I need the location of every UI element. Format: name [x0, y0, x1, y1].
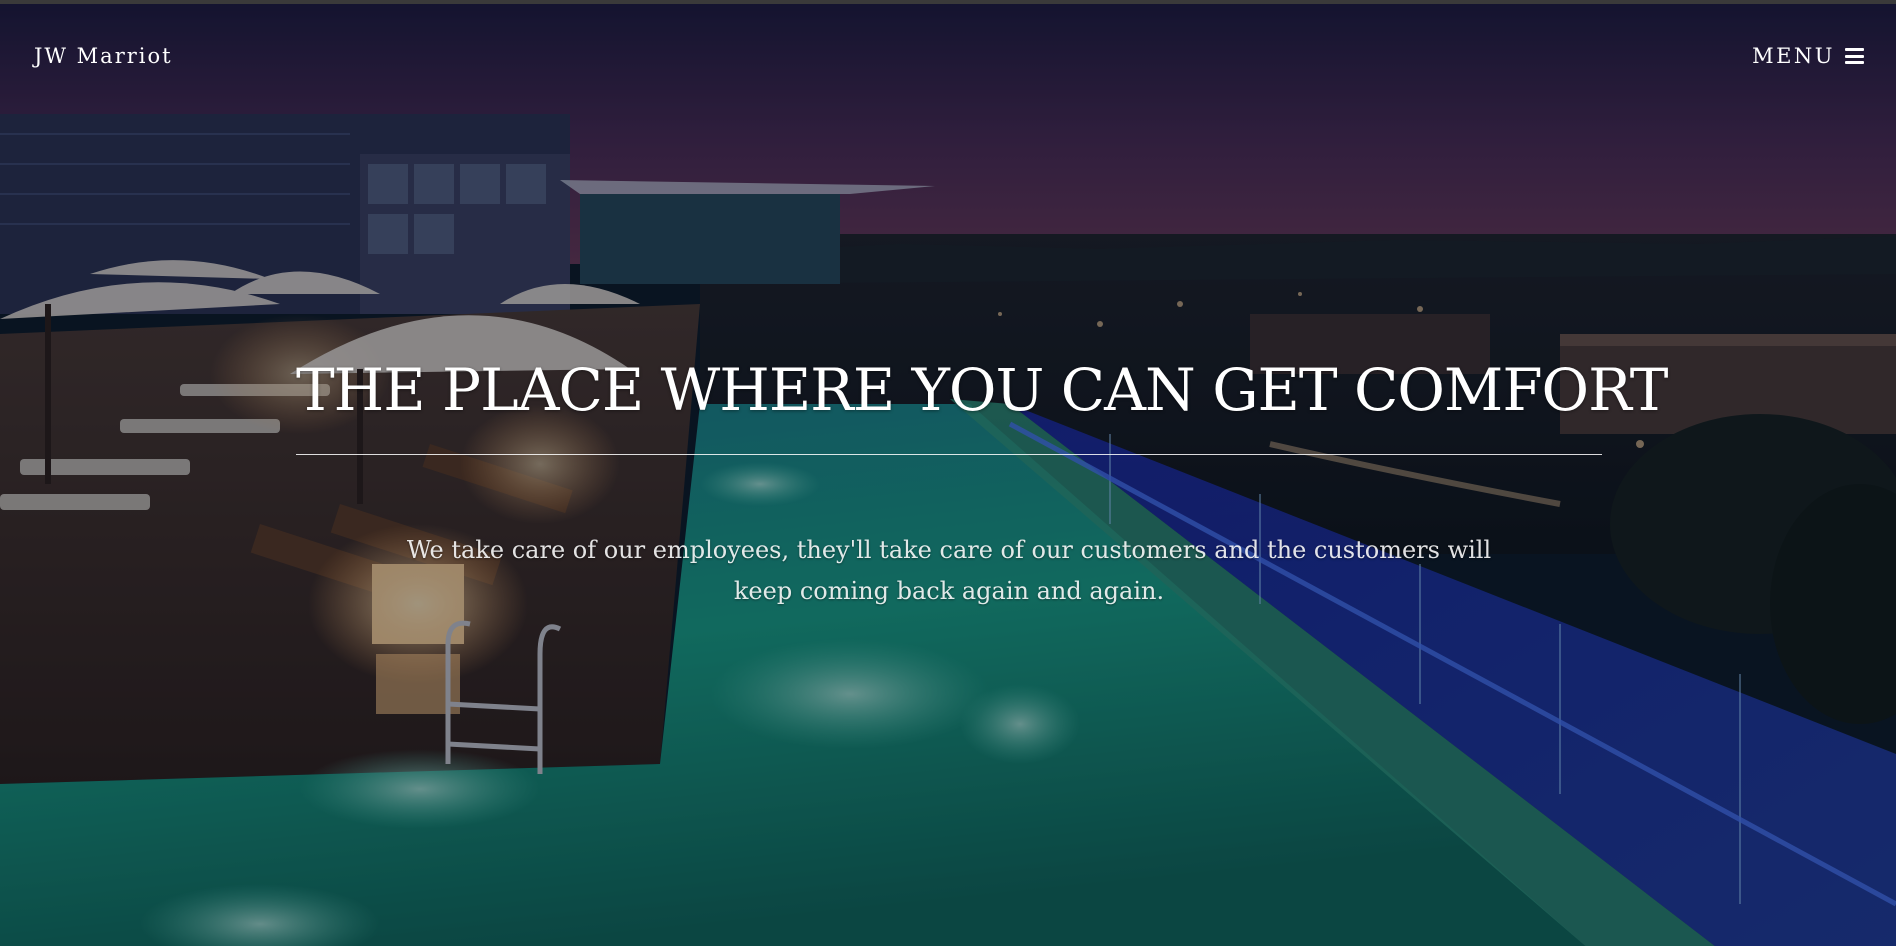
hamburger-icon [1845, 48, 1864, 64]
hero-tagline: We take care of our employees, they'll t… [406, 536, 1492, 605]
brand-logo[interactable]: JW Marriot [34, 44, 173, 68]
hero-headline: THE PLACE WHERE YOU CAN GET COMFORT [296, 356, 1668, 424]
hero-overlay [0, 4, 1896, 946]
headline-divider [296, 454, 1602, 455]
hero-section: JW Marriot MENU THE PLACE WHERE YOU CAN … [0, 0, 1896, 946]
menu-label: MENU [1752, 44, 1835, 68]
menu-button[interactable]: MENU [1752, 44, 1864, 68]
